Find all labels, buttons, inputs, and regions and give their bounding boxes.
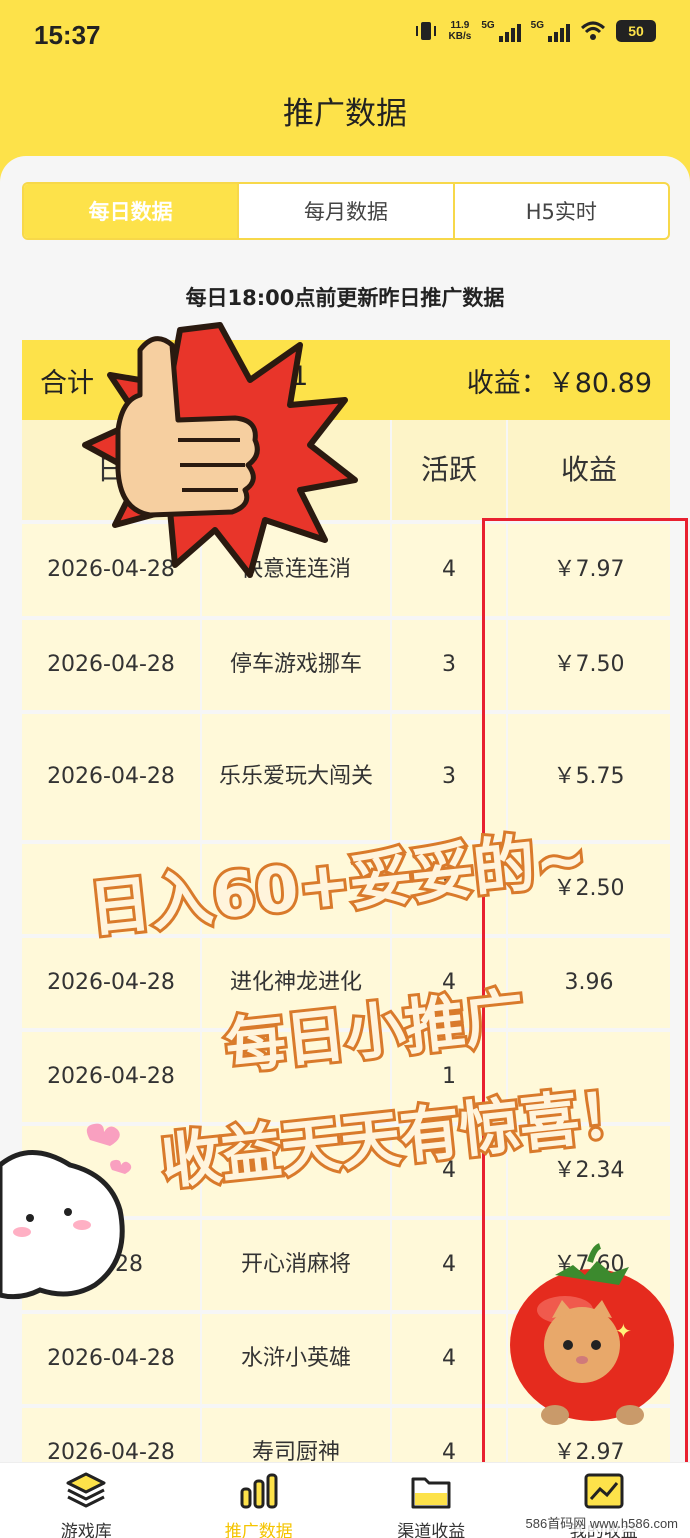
content-panel: 每日数据 每月数据 H5实时 每日18:00点前更新昨日推广数据 合计 51 收…: [0, 156, 690, 1466]
table-row: 3 ￥2.50: [22, 844, 670, 938]
cell-game: [202, 844, 392, 934]
cell-active: 4: [392, 938, 508, 1028]
cell-income: [508, 1314, 670, 1404]
tab-daily[interactable]: 每日数据: [24, 184, 240, 238]
cell-date: 04-28: [22, 1220, 202, 1310]
nav-promo-data[interactable]: 推广数据: [173, 1463, 346, 1538]
tab-h5-realtime[interactable]: H5实时: [455, 184, 668, 238]
cell-active: 3: [392, 620, 508, 710]
header-active: 活跃: [392, 420, 508, 520]
cell-date: [22, 1126, 202, 1216]
cell-date: 2026-04-28: [22, 938, 202, 1028]
data-table: 日 戏 活跃 收益 2026-04-28 快意连连消 4 ￥7.97 2026-…: [22, 420, 670, 1466]
table-row: 4 ￥2.34: [22, 1126, 670, 1220]
cell-game: [202, 1126, 392, 1216]
cell-income: [508, 1032, 670, 1122]
cell-game: 停车游戏挪车: [202, 620, 392, 710]
cell-income: ￥7.50: [508, 620, 670, 710]
cell-date: 2026-04-28: [22, 524, 202, 616]
cell-income: ￥7.97: [508, 524, 670, 616]
page-title: 推广数据: [283, 96, 407, 132]
cell-game: 乐乐爱玩大闯关: [202, 714, 392, 840]
cell-date: 2026-04-28: [22, 1032, 202, 1122]
cell-date: 2026-04-28: [22, 1408, 202, 1466]
summary-bar: 合计 51 收益：￥80.89: [22, 340, 670, 420]
cell-date: 2026-04-28: [22, 620, 202, 710]
vibrate-icon: [415, 22, 436, 40]
table-row: 2026-04-28 乐乐爱玩大闯关 3 ￥5.75: [22, 714, 670, 844]
layers-icon: [64, 1471, 108, 1511]
cell-active: 4: [392, 1220, 508, 1310]
cell-active: 4: [392, 1314, 508, 1404]
tab-bar: 每日数据 每月数据 H5实时: [22, 182, 670, 240]
cell-income: ￥7.60: [508, 1220, 670, 1310]
signal-icon-2: 5G: [531, 20, 570, 42]
tab-monthly[interactable]: 每月数据: [239, 184, 455, 238]
cell-game: 寿司厨神: [202, 1408, 392, 1466]
table-row: 2026-04-28 进化神龙进化 4 3.96: [22, 938, 670, 1032]
cell-income: ￥5.75: [508, 714, 670, 840]
cell-game: 开心消麻将: [202, 1220, 392, 1310]
cell-income: 3.96: [508, 938, 670, 1028]
bar-chart-icon: [237, 1471, 281, 1511]
total-label: 合计: [40, 367, 94, 399]
cell-active: 4: [392, 1408, 508, 1466]
cell-date: [22, 844, 202, 934]
table-row: 2026-04-28 停车游戏挪车 3 ￥7.50: [22, 620, 670, 714]
wifi-icon: [580, 21, 606, 40]
network-speed: 11.9 KB/s: [448, 20, 472, 42]
status-time: 15:37: [34, 20, 101, 50]
cell-date: 2026-04-28: [22, 714, 202, 840]
cell-game: 快意连连消: [202, 524, 392, 616]
cell-active: 4: [392, 1126, 508, 1216]
cell-income: ￥2.34: [508, 1126, 670, 1216]
total-income: 收益：￥80.89: [466, 367, 652, 399]
signal-icon-1: 5G: [481, 20, 521, 42]
cell-income: ￥2.97: [508, 1408, 670, 1466]
cell-income: ￥2.50: [508, 844, 670, 934]
cell-game: [202, 1032, 392, 1122]
cell-active: 3: [392, 714, 508, 840]
table-row: 04-28 开心消麻将 4 ￥7.60: [22, 1220, 670, 1314]
header-game: 戏: [202, 420, 392, 520]
table-row: 2026-04-28 快意连连消 4 ￥7.97: [22, 524, 670, 620]
cell-active: 1: [392, 1032, 508, 1122]
cell-date: 2026-04-28: [22, 1314, 202, 1404]
header-date: 日: [22, 420, 202, 520]
status-icons: 11.9 KB/s 5G 5G 50: [413, 20, 656, 42]
cell-active: 3: [392, 844, 508, 934]
header-income: 收益: [508, 420, 670, 520]
table-row: 2026-04-28 1: [22, 1032, 670, 1126]
cell-active: 4: [392, 524, 508, 616]
trend-chart-icon: [582, 1471, 626, 1511]
table-header: 日 戏 活跃 收益: [22, 420, 670, 524]
status-bar: 15:37 11.9 KB/s 5G 5G 50: [0, 0, 690, 70]
watermark: 586首码网 www.h586.com: [521, 1513, 682, 1532]
nav-game-library[interactable]: 游戏库: [0, 1463, 173, 1538]
table-row: 2026-04-28 寿司厨神 4 ￥2.97: [22, 1408, 670, 1466]
cell-game: 水浒小英雄: [202, 1314, 392, 1404]
battery-icon: 50: [616, 20, 656, 42]
table-row: 2026-04-28 水浒小英雄 4: [22, 1314, 670, 1408]
nav-channel-income[interactable]: 渠道收益: [345, 1463, 518, 1538]
cell-game: 进化神龙进化: [202, 938, 392, 1028]
total-value: 51: [274, 360, 309, 392]
folder-icon: [409, 1471, 453, 1511]
update-note: 每日18:00点前更新昨日推广数据: [185, 286, 505, 310]
